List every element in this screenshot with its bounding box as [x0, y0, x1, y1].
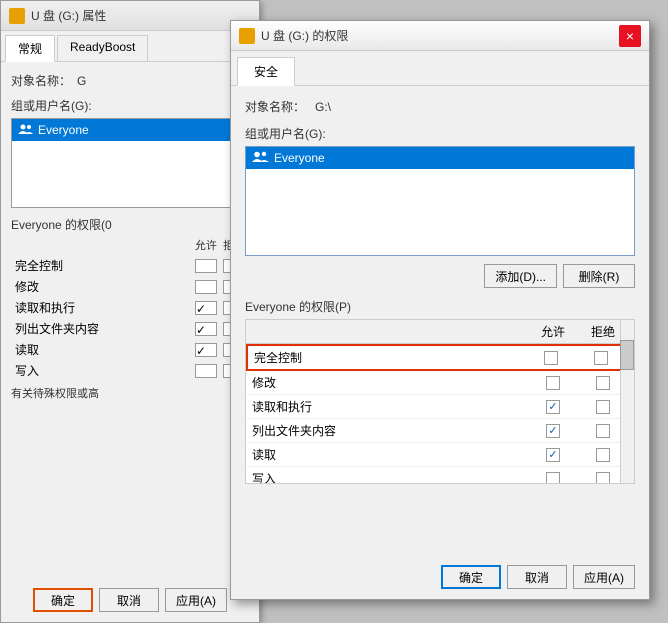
remove-button[interactable]: 删除(R): [563, 264, 635, 288]
perm-allow-3[interactable]: ✓: [546, 424, 560, 438]
col-allow: 允许: [528, 323, 578, 340]
perm-row-4: 读取 ✓: [246, 443, 634, 467]
perms-label: Everyone 的权限(P): [245, 298, 635, 315]
tab-security[interactable]: 安全: [237, 57, 295, 86]
tab-readyboost[interactable]: ReadyBoost: [57, 35, 148, 61]
object-label: 对象名称：: [245, 98, 305, 115]
bg-apply-button[interactable]: 应用(A): [165, 588, 227, 612]
bg-tabs: 常规 ReadyBoost: [1, 31, 259, 62]
bg-people-icon: [18, 122, 34, 138]
bg-object-row: 对象名称： G: [11, 72, 249, 89]
tab-general[interactable]: 常规: [5, 35, 55, 62]
dialog-body: 对象名称： G:\ 组或用户名(G): Everyone 添加(D)... 删除…: [231, 86, 649, 496]
bg-ok-button[interactable]: 确定: [33, 588, 93, 612]
dialog-bottom-buttons: 确定 取消 应用(A): [231, 565, 649, 589]
dialog-close-button[interactable]: ×: [619, 25, 641, 47]
bg-perm-row-0: 完全控制: [11, 255, 249, 276]
perm-allow-1[interactable]: [546, 376, 560, 390]
user-list-box: Everyone: [245, 146, 635, 256]
perm-name-3: 列出文件夹内容: [252, 422, 528, 439]
perm-deny-3[interactable]: [596, 424, 610, 438]
permissions-table-wrapper: 允许 拒绝 完全控制 修改: [245, 319, 635, 484]
perm-allow-2[interactable]: ✓: [546, 400, 560, 414]
perm-name-1: 修改: [252, 374, 528, 391]
scrollbar-thumb[interactable]: [620, 340, 634, 370]
user-people-icon: [252, 151, 270, 165]
dialog-title: U 盘 (G:) 的权限: [261, 27, 348, 44]
dialog-apply-button[interactable]: 应用(A): [573, 565, 635, 589]
user-name: Everyone: [274, 151, 325, 165]
perm-deny-5[interactable]: [596, 472, 610, 485]
bg-perm-row-2: 读取和执行✓: [11, 297, 249, 318]
perm-name-4: 读取: [252, 446, 528, 463]
bg-group-label: 组或用户名(G):: [11, 97, 249, 114]
perm-name-0: 完全控制: [254, 349, 526, 366]
perm-deny-2[interactable]: [596, 400, 610, 414]
bg-perms-label: Everyone 的权限(0: [11, 216, 249, 233]
perm-name-5: 写入: [252, 470, 528, 484]
perm-row-3: 列出文件夹内容 ✓: [246, 419, 634, 443]
perm-allow-4[interactable]: ✓: [546, 448, 560, 462]
bg-object-label: 对象名称：: [11, 72, 71, 89]
bg-cancel-button[interactable]: 取消: [99, 588, 159, 612]
object-row: 对象名称： G:\: [245, 98, 635, 115]
bg-content: 对象名称： G 组或用户名(G): Everyone Everyone 的权限(…: [1, 62, 259, 412]
main-dialog: U 盘 (G:) 的权限 × 安全 对象名称： G:\ 组或用户名(G):: [230, 20, 650, 600]
dialog-cancel-button[interactable]: 取消: [507, 565, 567, 589]
dialog-titlebar: U 盘 (G:) 的权限 ×: [231, 21, 649, 51]
scrollbar-track[interactable]: [620, 320, 634, 483]
bg-permissions-list: 完全控制 修改 读取和执行✓ 列出文件夹内容✓ 读取✓ 写入: [11, 255, 249, 381]
perms-header: 允许 拒绝: [246, 320, 634, 344]
bg-bottom-buttons: 确定 取消 应用(A): [1, 588, 259, 612]
perm-row-1: 修改: [246, 371, 634, 395]
bg-perm-row-1: 修改: [11, 276, 249, 297]
bg-hint-text: 有关待殊权限或高: [11, 387, 249, 402]
object-value: G:\: [315, 100, 331, 114]
perm-allow-5[interactable]: [546, 472, 560, 485]
perm-name-2: 读取和执行: [252, 398, 528, 415]
bg-perm-row-5: 写入: [11, 360, 249, 381]
dialog-icon: [239, 28, 255, 44]
dialog-tabs: 安全: [231, 51, 649, 86]
bg-perm-header: 允许 拒绝: [11, 237, 249, 253]
background-window: U 盘 (G:) 属性 常规 ReadyBoost 对象名称： G 组或用户名(…: [0, 0, 260, 623]
perm-allow-0[interactable]: [544, 351, 558, 365]
perm-deny-1[interactable]: [596, 376, 610, 390]
dialog-title-left: U 盘 (G:) 的权限: [239, 27, 348, 44]
perm-row-2: 读取和执行 ✓: [246, 395, 634, 419]
dialog-ok-button[interactable]: 确定: [441, 565, 501, 589]
group-label: 组或用户名(G):: [245, 125, 635, 142]
perm-row-5: 写入: [246, 467, 634, 484]
bg-user-name: Everyone: [38, 123, 89, 137]
user-item-everyone[interactable]: Everyone: [246, 147, 634, 169]
bg-user-list: Everyone: [11, 118, 249, 208]
bg-perm-row-4: 读取✓: [11, 339, 249, 360]
add-button[interactable]: 添加(D)...: [484, 264, 557, 288]
perm-deny-4[interactable]: [596, 448, 610, 462]
perm-deny-0[interactable]: [594, 351, 608, 365]
user-btn-row: 添加(D)... 删除(R): [245, 264, 635, 288]
bg-titlebar: U 盘 (G:) 属性: [1, 1, 259, 31]
bg-window-title: U 盘 (G:) 属性: [31, 7, 106, 24]
bg-object-value: G: [77, 74, 86, 88]
bg-perm-row-3: 列出文件夹内容✓: [11, 318, 249, 339]
bg-user-item-everyone[interactable]: Everyone: [12, 119, 248, 141]
usb-drive-icon: [9, 8, 25, 24]
perm-row-0: 完全控制: [246, 344, 634, 371]
